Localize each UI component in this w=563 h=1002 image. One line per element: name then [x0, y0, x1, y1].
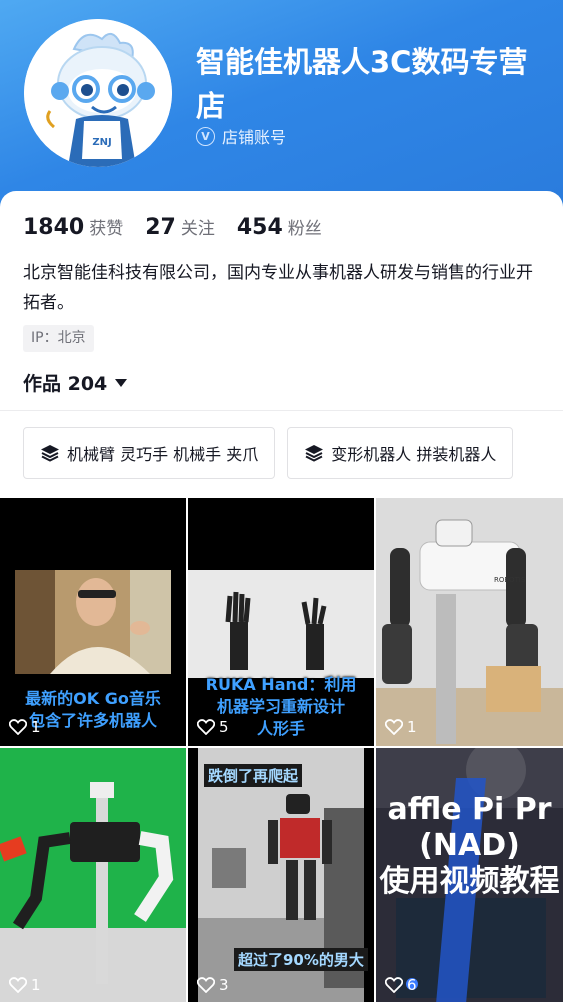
robotis-logo-text: ROBOTIS	[494, 576, 526, 584]
divider	[0, 410, 563, 411]
video-bottom-tag: 超过了90%的男大	[234, 948, 368, 971]
robot-mascot-icon: ZNJ	[24, 19, 172, 167]
heart-icon	[9, 719, 27, 735]
verify-row: V 店铺账号	[196, 124, 286, 148]
video-tile[interactable]: affle Pi Pr (NAD) 使用视频教程 6	[376, 748, 563, 1002]
layers-icon	[41, 445, 59, 462]
collection-transform-robots[interactable]: 变形机器人 拼装机器人	[287, 427, 514, 479]
caret-down-icon	[115, 378, 128, 387]
verified-icon: V	[196, 126, 215, 146]
like-count: 6	[385, 976, 417, 994]
video-grid: 最新的OK Go音乐 包含了许多机器人 1 RUKA Hand：利用 机器学习重…	[0, 498, 563, 1002]
stat-following[interactable]: 27 关注	[145, 214, 215, 240]
caption-line: RUKA Hand：利用	[205, 675, 357, 694]
heart-icon	[9, 977, 27, 993]
stats-row: 1840 获赞 27 关注 454 粉丝	[23, 214, 344, 240]
collection-label: 机械臂 灵巧手 机械手 夹爪	[67, 445, 259, 464]
avatar-badge-text: ZNJ	[92, 137, 111, 148]
verify-label: 店铺账号	[222, 128, 287, 147]
like-count: 3	[197, 976, 229, 994]
title-line: 使用视频教程	[379, 864, 560, 899]
video-tile[interactable]: ROBOTIS 1	[376, 498, 563, 746]
avatar[interactable]: ZNJ	[24, 19, 172, 167]
heart-icon	[385, 977, 403, 993]
profile-header: ZNJ 智能佳机器人3C数码专营店 V 店铺账号	[0, 0, 563, 220]
shop-name: 智能佳机器人3C数码专营店	[196, 45, 528, 123]
video-tile[interactable]: 跌倒了再爬起 超过了90%的男大 3	[188, 748, 374, 1002]
video-title-overlay: affle Pi Pr (NAD) 使用视频教程	[376, 792, 563, 900]
collection-robot-arms[interactable]: 机械臂 灵巧手 机械手 夹爪	[23, 427, 276, 479]
video-thumbnail: ROBOTIS	[376, 498, 563, 746]
video-tile[interactable]: RUKA Hand：利用 机器学习重新设计 人形手 5	[188, 498, 374, 746]
video-tile[interactable]: 最新的OK Go音乐 包含了许多机器人 1	[0, 498, 186, 746]
video-tile[interactable]: 1	[0, 748, 186, 1002]
caption-line: 机器学习重新设计	[216, 697, 345, 716]
caption-line: 最新的OK Go音乐	[25, 689, 161, 708]
like-count-value: 6	[407, 976, 417, 994]
stat-likes-value: 1840	[23, 215, 85, 240]
like-count: 1	[9, 976, 41, 994]
like-count-value: 5	[219, 718, 229, 736]
video-thumbnail	[0, 748, 186, 1002]
heart-icon	[197, 977, 215, 993]
stat-followers-value: 454	[236, 215, 283, 240]
stat-likes[interactable]: 1840 获赞	[23, 214, 123, 240]
stat-likes-label: 获赞	[89, 219, 124, 239]
collection-label: 变形机器人 拼装机器人	[331, 445, 497, 464]
stat-following-label: 关注	[180, 219, 215, 239]
stat-followers-label: 粉丝	[287, 219, 322, 239]
title-line: (NAD)	[419, 828, 520, 863]
like-count: 1	[9, 718, 41, 736]
works-label: 作品 204	[23, 373, 108, 395]
like-count-value: 1	[31, 976, 41, 994]
works-dropdown[interactable]: 作品 204	[23, 369, 128, 396]
stat-followers[interactable]: 454 粉丝	[237, 214, 322, 240]
like-count-value: 1	[31, 718, 41, 736]
collection-tabs: 机械臂 灵巧手 机械手 夹爪 变形机器人 拼装机器人	[23, 427, 525, 479]
heart-icon	[385, 719, 403, 735]
like-count: 1	[385, 718, 417, 736]
stat-following-value: 27	[145, 215, 176, 240]
like-count-value: 1	[407, 718, 417, 736]
bio-text: 北京智能佳科技有限公司，国内专业从事机器人研发与销售的行业开拓者。	[23, 263, 533, 313]
like-count: 5	[197, 718, 229, 736]
ip-location-tag: IP：北京	[23, 325, 94, 352]
title-line: affle Pi Pr	[387, 792, 552, 827]
layers-icon	[305, 445, 324, 462]
video-top-tag: 跌倒了再爬起	[204, 764, 303, 787]
heart-icon	[197, 719, 215, 735]
like-count-value: 3	[219, 976, 229, 994]
